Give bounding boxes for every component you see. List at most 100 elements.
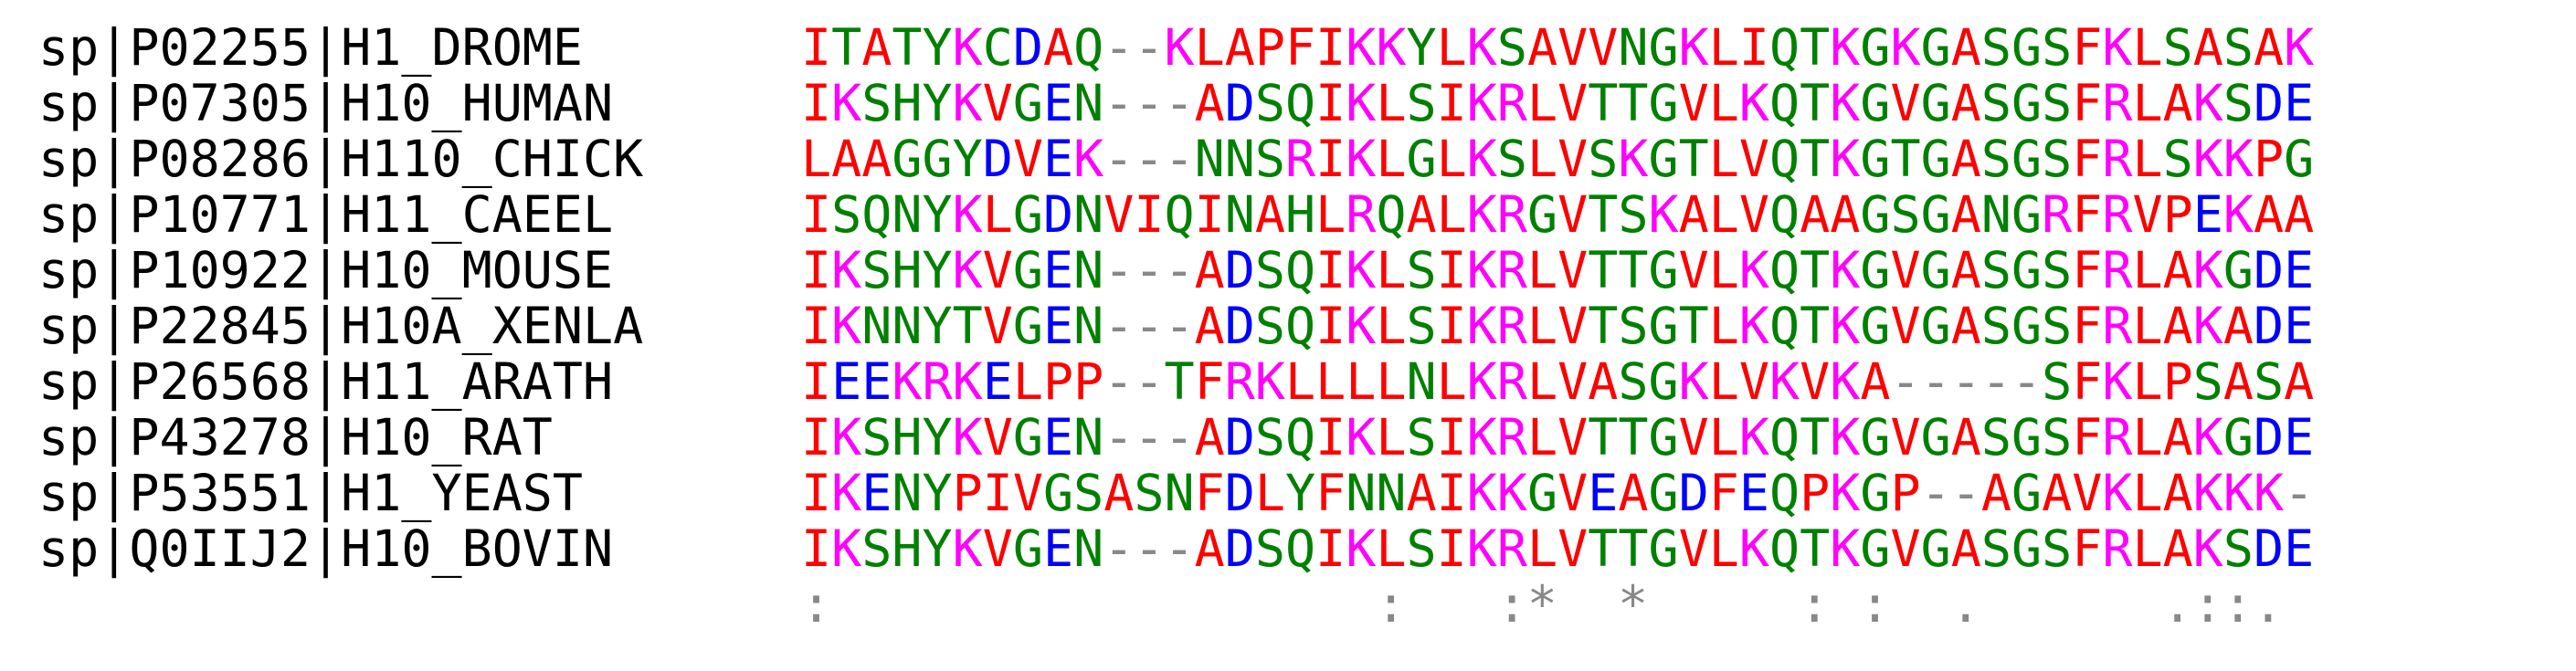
residue: Q <box>1285 408 1316 467</box>
residue: I <box>1436 241 1467 299</box>
residue: F <box>2072 74 2103 132</box>
residue: L <box>1436 185 1467 244</box>
residue: A <box>2222 352 2254 411</box>
residue: S <box>1588 130 1619 188</box>
residue: K <box>2192 241 2223 299</box>
residue: - <box>2011 352 2043 411</box>
residue: L <box>2132 130 2163 188</box>
residue: K <box>1830 352 1861 411</box>
residue: G <box>2011 408 2043 467</box>
residue: S <box>2042 130 2073 188</box>
residue: D <box>1224 408 1255 467</box>
residue: V <box>1890 297 1921 355</box>
residue: P <box>2162 352 2193 411</box>
residue: F <box>2072 519 2103 578</box>
residue: R <box>1496 408 1527 467</box>
sequence-label: sp|Q0IIJ2|H10_BOVIN <box>38 519 614 578</box>
residue: S <box>831 185 862 244</box>
residue: P <box>1254 18 1285 77</box>
residue: K <box>831 464 862 522</box>
residue: E <box>2284 297 2315 355</box>
residue: H <box>892 241 923 299</box>
residue: Q <box>1769 408 1800 467</box>
residue: - <box>1134 74 1165 132</box>
alignment-row: sp|P53551|H1_YEAST IKENYPIVGSASNFDLYFNNAI… <box>38 466 2344 521</box>
residue: I <box>1315 408 1346 467</box>
residue: K <box>1890 18 1921 77</box>
residue: P <box>1800 464 1831 522</box>
residue: I <box>801 74 832 132</box>
residue: G <box>1648 352 1679 411</box>
residue: A <box>2162 74 2193 132</box>
sequence-label: sp|P07305|H10_HUMAN <box>38 74 614 132</box>
residue: K <box>1073 130 1104 188</box>
residue: I <box>801 352 832 411</box>
residue: R <box>2102 297 2133 355</box>
residue: V <box>1890 241 1921 299</box>
residue: N <box>1073 241 1104 299</box>
residue: G <box>1648 519 1679 578</box>
residue: K <box>1466 297 1497 355</box>
residue: T <box>1800 297 1831 355</box>
residue: L <box>2132 297 2163 355</box>
residue: - <box>1134 408 1165 467</box>
residue: L <box>2132 18 2163 77</box>
residue: D <box>1224 74 1255 132</box>
residue: L <box>1708 130 1739 188</box>
residue: R <box>2102 74 2133 132</box>
residue: A <box>1194 519 1225 578</box>
residue: S <box>1980 241 2011 299</box>
residue: N <box>892 185 923 244</box>
residue: S <box>1254 74 1285 132</box>
residue: V <box>1678 74 1709 132</box>
residue: I <box>1738 18 1769 77</box>
residue: K <box>1466 241 1497 299</box>
residue: I <box>1134 185 1165 244</box>
residue: G <box>1920 408 1951 467</box>
residue: S <box>1254 130 1285 188</box>
residue: G <box>1527 464 1558 522</box>
residue: F <box>2072 185 2103 244</box>
residue: K <box>952 74 983 132</box>
residue: A <box>861 130 892 188</box>
sequence-residues: IKSHYKVGEN---ADSQIKLSIKRLVTTGVLKQTKGVGAS… <box>801 521 2314 577</box>
residue: G <box>2011 297 2043 355</box>
residue: K <box>2222 185 2254 244</box>
residue: V <box>982 519 1013 578</box>
residue: S <box>1254 519 1285 578</box>
residue: N <box>1073 185 1104 244</box>
residue: T <box>1800 241 1831 299</box>
residue: G <box>1012 297 1043 355</box>
residue: V <box>1738 130 1769 188</box>
residue: V <box>1557 130 1589 188</box>
residue: T <box>1618 241 1649 299</box>
residue: K <box>1496 464 1527 522</box>
residue: I <box>1436 408 1467 467</box>
residue: S <box>2222 519 2254 578</box>
residue: T <box>952 297 983 355</box>
residue: S <box>2162 18 2193 77</box>
residue: A <box>2284 352 2315 411</box>
residue: G <box>1648 408 1679 467</box>
residue: K <box>1346 74 1377 132</box>
residue: L <box>1527 297 1558 355</box>
residue: T <box>1800 18 1831 77</box>
residue: L <box>1376 241 1407 299</box>
sequence-residues: IKSHYKVGEN---ADSQIKLSIKRLVTTGVLKQTKGVGAS… <box>801 243 2314 299</box>
residue: G <box>1648 297 1679 355</box>
residue: L <box>982 185 1013 244</box>
residue: L <box>1436 352 1467 411</box>
residue: F <box>2072 18 2103 77</box>
residue: K <box>2254 464 2285 522</box>
residue: - <box>1134 241 1165 299</box>
residue: V <box>982 297 1013 355</box>
residue: - <box>1103 241 1135 299</box>
residue: G <box>2011 241 2043 299</box>
residue: T <box>1618 519 1649 578</box>
residue: I <box>801 241 832 299</box>
residue: G <box>1920 18 1951 77</box>
residue: D <box>2254 241 2285 299</box>
residue: A <box>2192 18 2223 77</box>
residue: - <box>1134 130 1165 188</box>
residue: I <box>1315 130 1346 188</box>
